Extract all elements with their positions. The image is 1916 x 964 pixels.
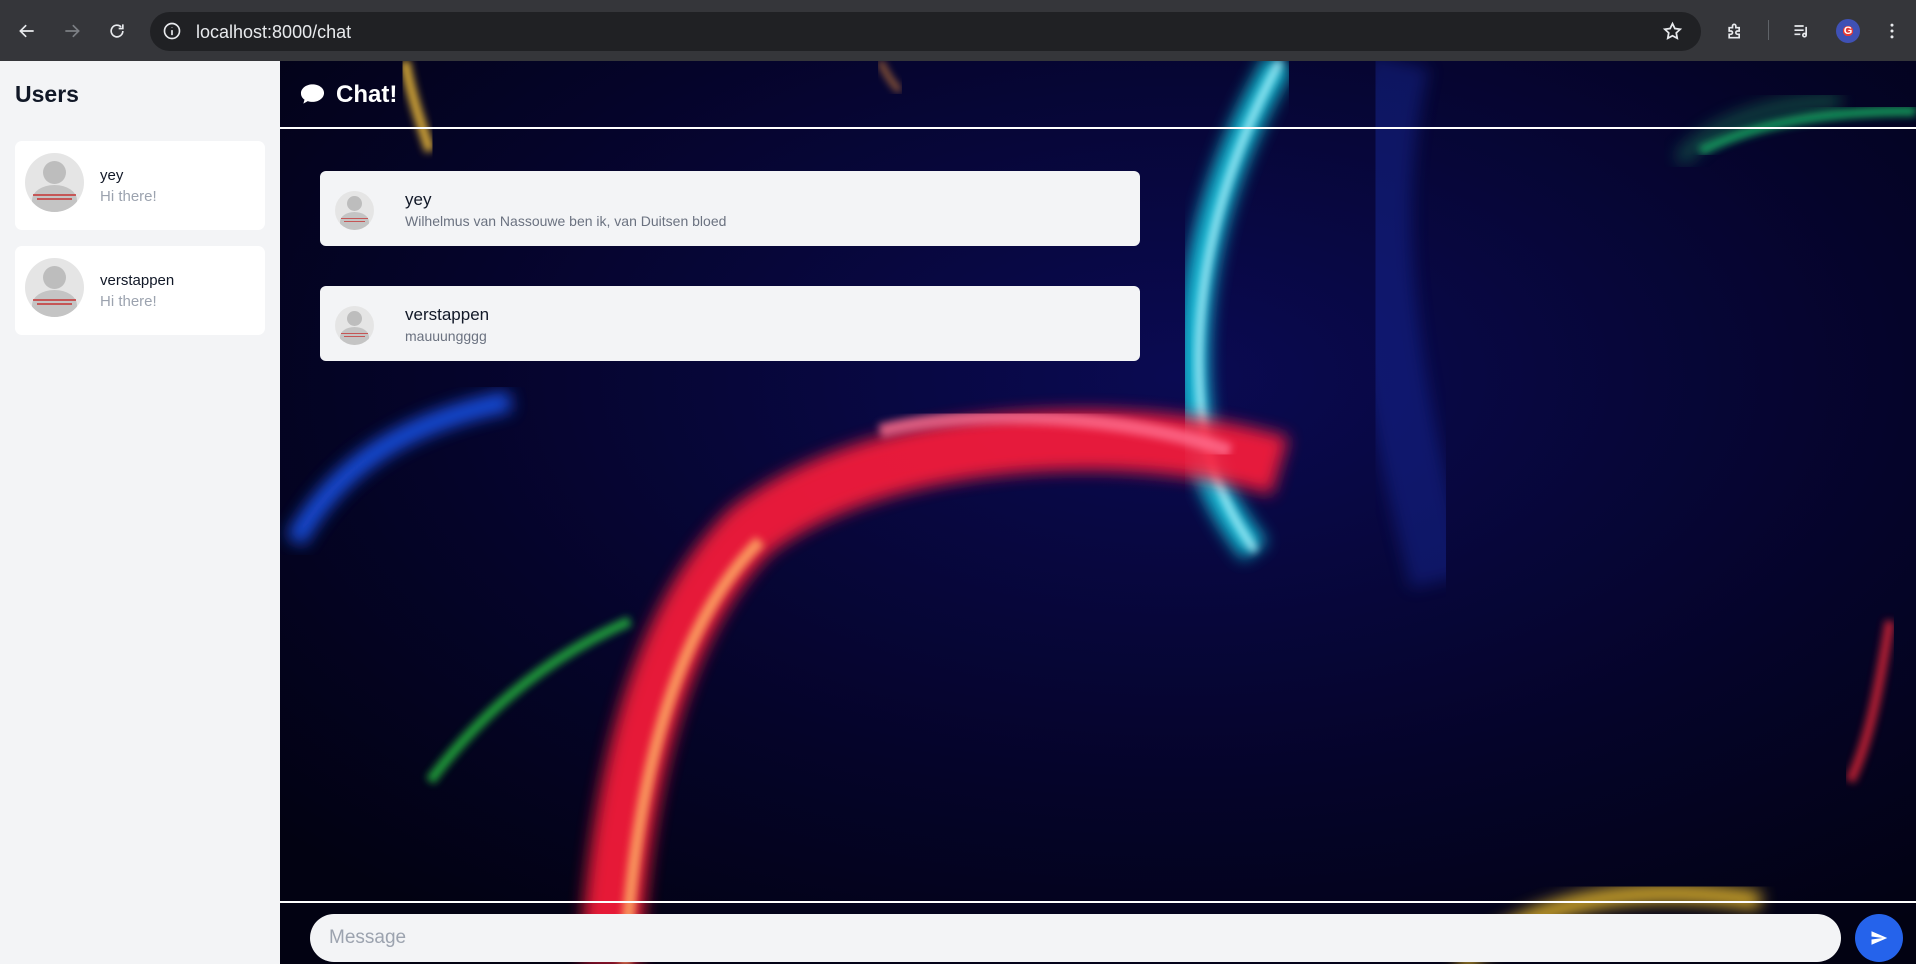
- message-sender: yey: [405, 190, 432, 209]
- chat-message: yey Wilhelmus van Nassouwe ben ik, van D…: [320, 171, 1140, 246]
- site-info-icon[interactable]: [162, 21, 182, 41]
- message-input[interactable]: [310, 914, 1841, 962]
- avatar: [335, 191, 374, 230]
- address-bar[interactable]: localhost:8000/chat: [150, 12, 1701, 51]
- extensions-icon[interactable]: [1717, 13, 1753, 49]
- back-arrow-icon[interactable]: [9, 13, 45, 49]
- avatar: [25, 153, 84, 212]
- user-name: verstappen: [100, 272, 175, 289]
- user-list-item[interactable]: yey Hi there!: [15, 141, 265, 230]
- message-text: mauuungggg: [405, 328, 487, 344]
- forward-arrow-icon[interactable]: [54, 13, 90, 49]
- send-arrow-icon: [1871, 931, 1888, 945]
- profile-avatar[interactable]: G: [1836, 19, 1860, 43]
- user-name: yey: [100, 167, 124, 184]
- media-controls-icon[interactable]: [1784, 13, 1820, 49]
- user-last-message: Hi there!: [100, 293, 157, 310]
- avatar: [335, 306, 374, 345]
- reload-icon[interactable]: [99, 13, 135, 49]
- url-text[interactable]: localhost:8000/chat: [196, 22, 351, 43]
- sidebar-title: Users: [15, 81, 79, 107]
- chat-panel: Chat! yey Wilhelmus van Nassouwe ben ik,…: [280, 61, 1916, 964]
- chat-page: Users yey Hi there! verstappen Hi there!: [0, 61, 1916, 964]
- chat-header: Chat!: [280, 61, 1916, 129]
- avatar: [25, 258, 84, 317]
- user-list-item[interactable]: verstappen Hi there!: [15, 246, 265, 335]
- users-sidebar: Users yey Hi there! verstappen Hi there!: [0, 61, 280, 964]
- profile-initial: G: [1843, 25, 1853, 37]
- message-text: Wilhelmus van Nassouwe ben ik, van Duits…: [405, 213, 727, 229]
- send-button[interactable]: [1855, 914, 1903, 962]
- message-sender: verstappen: [405, 305, 490, 324]
- toolbar-divider: [1768, 20, 1769, 40]
- chat-message: verstappen mauuungggg: [320, 286, 1140, 361]
- message-composer: [280, 901, 1916, 964]
- user-last-message: Hi there!: [100, 188, 157, 205]
- chat-bubble-icon: [300, 84, 325, 104]
- chat-title: Chat!: [336, 81, 398, 108]
- more-menu-icon[interactable]: [1874, 13, 1910, 49]
- browser-toolbar: localhost:8000/chat G: [0, 0, 1916, 61]
- bookmark-star-icon[interactable]: [1662, 21, 1683, 42]
